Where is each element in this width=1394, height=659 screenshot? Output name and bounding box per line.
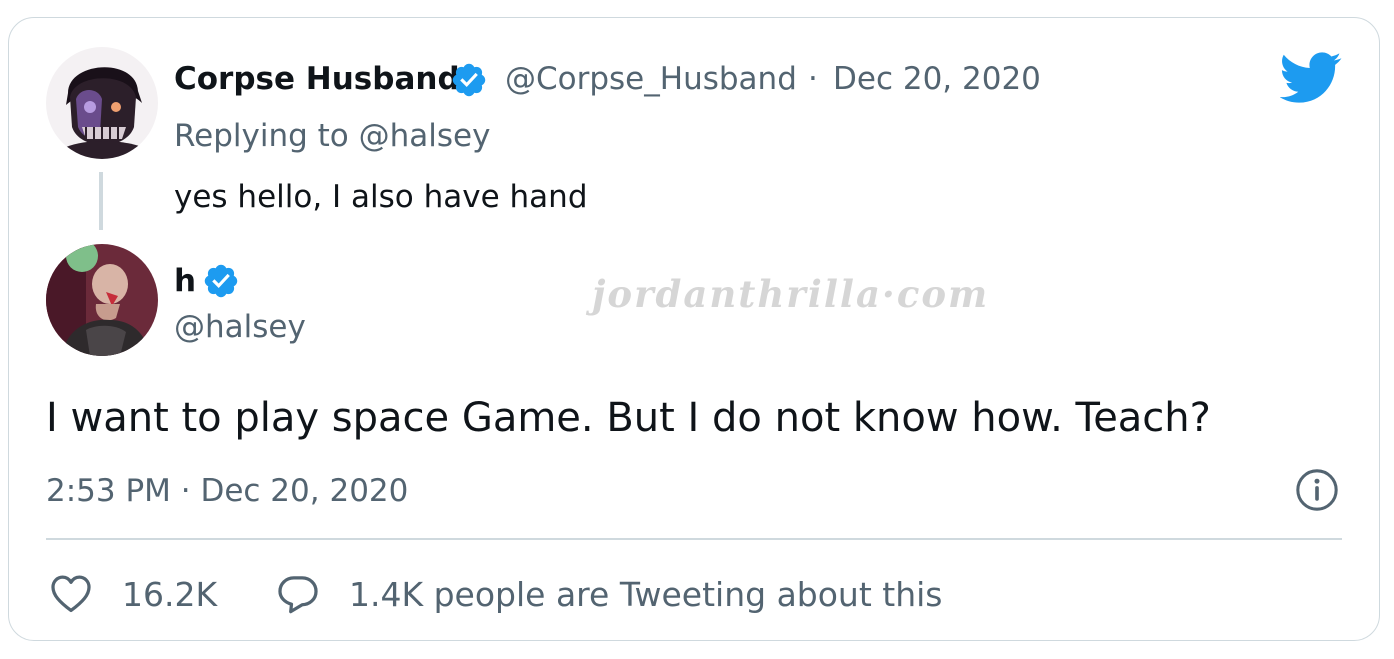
main-author-handle[interactable]: @halsey: [174, 306, 306, 348]
like-action[interactable]: 16.2K: [48, 566, 217, 622]
replying-to-label[interactable]: Replying to @halsey: [174, 115, 490, 157]
actions-divider: [46, 538, 1342, 540]
halsey-avatar[interactable]: [46, 244, 158, 356]
verified-badge-icon: [452, 63, 486, 97]
like-count: 16.2K: [122, 574, 218, 614]
tweeting-about-action[interactable]: 1.4K people are Tweeting about this: [275, 566, 942, 622]
reply-tweet-text: yes hello, I also have hand: [174, 179, 588, 215]
reply-bubble-icon: [278, 576, 318, 614]
verified-badge-icon: [204, 264, 238, 298]
info-icon[interactable]: [1294, 467, 1340, 513]
reply-date[interactable]: Dec 20, 2020: [833, 58, 1041, 100]
tweeting-about-label: 1.4K people are Tweeting about this: [349, 574, 943, 614]
heart-icon: [51, 575, 91, 613]
handle-date-separator: ·: [808, 61, 818, 97]
main-tweet-text: I want to play space Game. But I do not …: [46, 395, 1211, 441]
reply-author-name[interactable]: Corpse Husband: [174, 58, 460, 100]
tweet-timestamp[interactable]: 2:53 PM · Dec 20, 2020: [46, 470, 408, 512]
twitter-bird-icon[interactable]: [1280, 52, 1342, 104]
watermark-text: jordanthrilla·com: [592, 272, 990, 316]
main-author-name[interactable]: h: [174, 260, 196, 302]
reply-author-handle[interactable]: @Corpse_Husband: [505, 58, 797, 100]
thread-connector-line: [99, 172, 103, 230]
corpse-husband-avatar[interactable]: [46, 47, 158, 159]
